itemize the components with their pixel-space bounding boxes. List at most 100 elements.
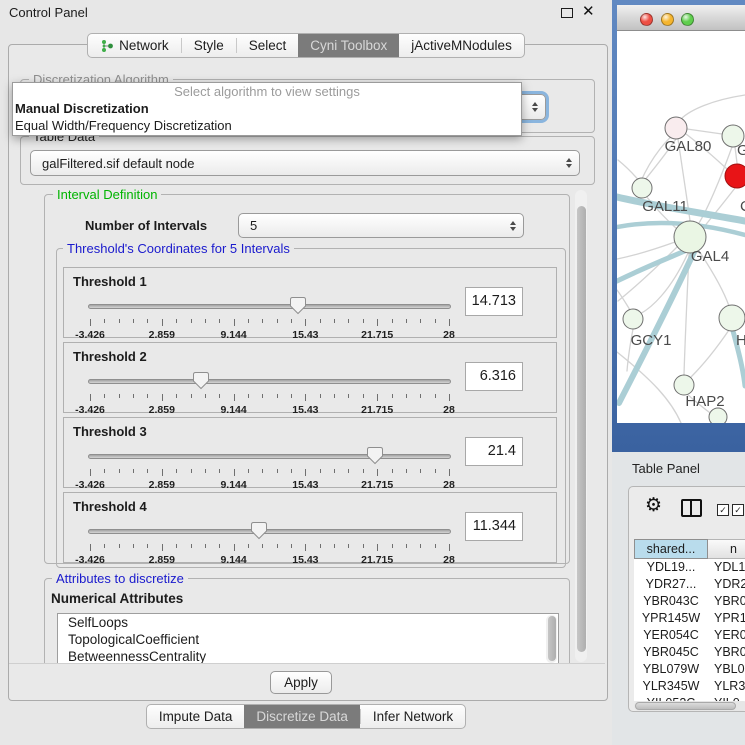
zoom-traffic-light-icon[interactable] — [681, 13, 694, 26]
table-cell[interactable]: YBR045C — [634, 644, 708, 661]
network-node[interactable] — [674, 375, 694, 395]
table-row[interactable]: YLR345W YLR3 — [634, 678, 745, 695]
tab-discretize-data[interactable]: Discretize Data — [244, 705, 360, 728]
table-horizontal-scrollbar[interactable] — [634, 701, 745, 711]
table-cell[interactable]: YDL1 — [708, 559, 745, 576]
table-cell[interactable]: YBL079W — [634, 661, 708, 678]
tab-impute-data[interactable]: Impute Data — [147, 705, 245, 728]
network-node[interactable] — [623, 309, 643, 329]
network-node[interactable] — [665, 117, 687, 139]
table-row[interactable]: YDR27... YDR2 — [634, 576, 745, 593]
table-row[interactable]: YBL079W YBL0 — [634, 661, 745, 678]
threshold-value-box[interactable]: 11.344 — [465, 512, 523, 541]
network-edge[interactable] — [617, 250, 687, 281]
close-traffic-light-icon[interactable] — [640, 13, 653, 26]
slider-tick-label: 2.859 — [149, 404, 175, 416]
threshold-slider[interactable]: -3.4262.8599.14415.4321.71528 — [88, 521, 451, 563]
slider-tick — [119, 319, 120, 323]
table-row[interactable]: YER054C YER0 — [634, 627, 745, 644]
split-view-icon[interactable] — [681, 499, 702, 517]
slider-thumb[interactable] — [290, 297, 306, 315]
table-cell[interactable]: YPR145W — [634, 610, 708, 627]
threshold-slider[interactable]: -3.4262.8599.14415.4321.71528 — [88, 446, 451, 488]
network-node[interactable] — [719, 305, 745, 331]
scrollbar-thumb[interactable] — [635, 702, 736, 710]
table-cell[interactable]: YBL0 — [708, 661, 745, 678]
table-cell[interactable]: YBR0 — [708, 644, 745, 661]
gear-icon[interactable]: ⚙ — [645, 496, 662, 515]
network-node[interactable] — [632, 178, 652, 198]
slider-thumb[interactable] — [193, 372, 209, 390]
slider-tick — [248, 394, 249, 398]
slider-ticks — [90, 319, 449, 327]
slider-track[interactable] — [88, 379, 451, 384]
slider-track[interactable] — [88, 529, 451, 534]
popup-option-manual-discretization[interactable]: Manual Discretization — [13, 100, 521, 117]
slider-tick — [406, 319, 407, 323]
panel-separator — [9, 663, 605, 664]
table-row[interactable]: YDL19... YDL1 — [634, 559, 745, 576]
slider-track[interactable] — [88, 454, 451, 459]
network-edge[interactable] — [691, 330, 729, 377]
table-row[interactable]: YBR045C YBR0 — [634, 644, 745, 661]
numerical-attributes-list[interactable]: SelfLoopsTopologicalCoefficientBetweenne… — [57, 613, 559, 664]
scrollbar-thumb[interactable] — [577, 206, 586, 652]
float-window-icon[interactable] — [561, 8, 573, 18]
table-cell[interactable]: YER0 — [708, 627, 745, 644]
table-cell[interactable]: YER054C — [634, 627, 708, 644]
node-label: GAL80 — [665, 138, 712, 155]
tab-jactivemnodules[interactable]: jActiveMNodules — [399, 34, 524, 57]
network-window-titlebar[interactable] — [617, 5, 745, 31]
network-node[interactable] — [725, 164, 745, 188]
network-edge[interactable] — [618, 160, 640, 182]
tab-infer-network[interactable]: Infer Network — [361, 705, 465, 728]
table-cell[interactable]: YDL19... — [634, 559, 708, 576]
list-item[interactable]: SelfLoops — [58, 614, 558, 631]
minimize-traffic-light-icon[interactable] — [661, 13, 674, 26]
network-edge[interactable] — [687, 129, 722, 134]
slider-thumb[interactable] — [251, 522, 267, 540]
table-cell[interactable]: YBR043C — [634, 593, 708, 610]
network-canvas[interactable]: GAL80GACGAL11GAL4GCY1HHAP2 — [617, 31, 745, 423]
table-cell[interactable]: YLR3 — [708, 678, 745, 695]
column-header-shared-name[interactable]: shared... — [634, 539, 708, 559]
panel-vertical-scrollbar[interactable] — [575, 190, 587, 662]
checked-checkbox-icon[interactable]: ✓ — [717, 504, 729, 516]
table-cell[interactable]: YDR2 — [708, 576, 745, 593]
threshold-value-box[interactable]: 6.316 — [465, 362, 523, 391]
combo-stepper-icon[interactable] — [566, 158, 572, 168]
number-of-intervals-combobox[interactable]: 5 — [238, 213, 524, 238]
table-cell[interactable]: YDR27... — [634, 576, 708, 593]
column-header-name[interactable]: n — [708, 539, 745, 559]
combo-stepper-icon[interactable] — [510, 221, 516, 231]
threshold-value-box[interactable]: 14.713 — [465, 287, 523, 316]
table-cell[interactable]: YPR1 — [708, 610, 745, 627]
table-cell[interactable]: YLR345W — [634, 678, 708, 695]
combo-stepper-icon[interactable] — [532, 102, 538, 112]
list-item[interactable]: BetweennessCentrality — [58, 648, 558, 664]
tab-select[interactable]: Select — [237, 34, 299, 57]
attributes-list-scrollbar[interactable] — [546, 615, 557, 663]
close-icon[interactable]: ✕ — [582, 3, 595, 21]
slider-tick — [133, 319, 134, 323]
slider-tick — [277, 469, 278, 473]
network-edge[interactable] — [681, 95, 745, 119]
table-row[interactable]: YPR145W YPR1 — [634, 610, 745, 627]
threshold-slider[interactable]: -3.4262.8599.14415.4321.71528 — [88, 296, 451, 338]
apply-button[interactable]: Apply — [270, 671, 332, 694]
popup-option-equal-width-frequency[interactable]: Equal Width/Frequency Discretization — [13, 117, 521, 134]
threshold-row: Threshold 3 -3.4262.8599.14415.4321.7152… — [63, 417, 557, 488]
tab-style[interactable]: Style — [182, 34, 236, 57]
threshold-value-box[interactable]: 21.4 — [465, 437, 523, 466]
threshold-slider[interactable]: -3.4262.8599.14415.4321.71528 — [88, 371, 451, 413]
checked-checkbox-icon[interactable]: ✓ — [732, 504, 744, 516]
table-data-combobox[interactable]: galFiltered.sif default node — [30, 150, 580, 176]
slider-track[interactable] — [88, 304, 451, 309]
slider-thumb[interactable] — [367, 447, 383, 465]
table-row[interactable]: YBR043C YBR0 — [634, 593, 745, 610]
network-node[interactable] — [709, 408, 727, 423]
list-item[interactable]: TopologicalCoefficient — [58, 631, 558, 648]
tab-network[interactable]: Network — [88, 34, 181, 57]
table-cell[interactable]: YBR0 — [708, 593, 745, 610]
tab-cyni-toolbox[interactable]: Cyni Toolbox — [298, 34, 399, 57]
